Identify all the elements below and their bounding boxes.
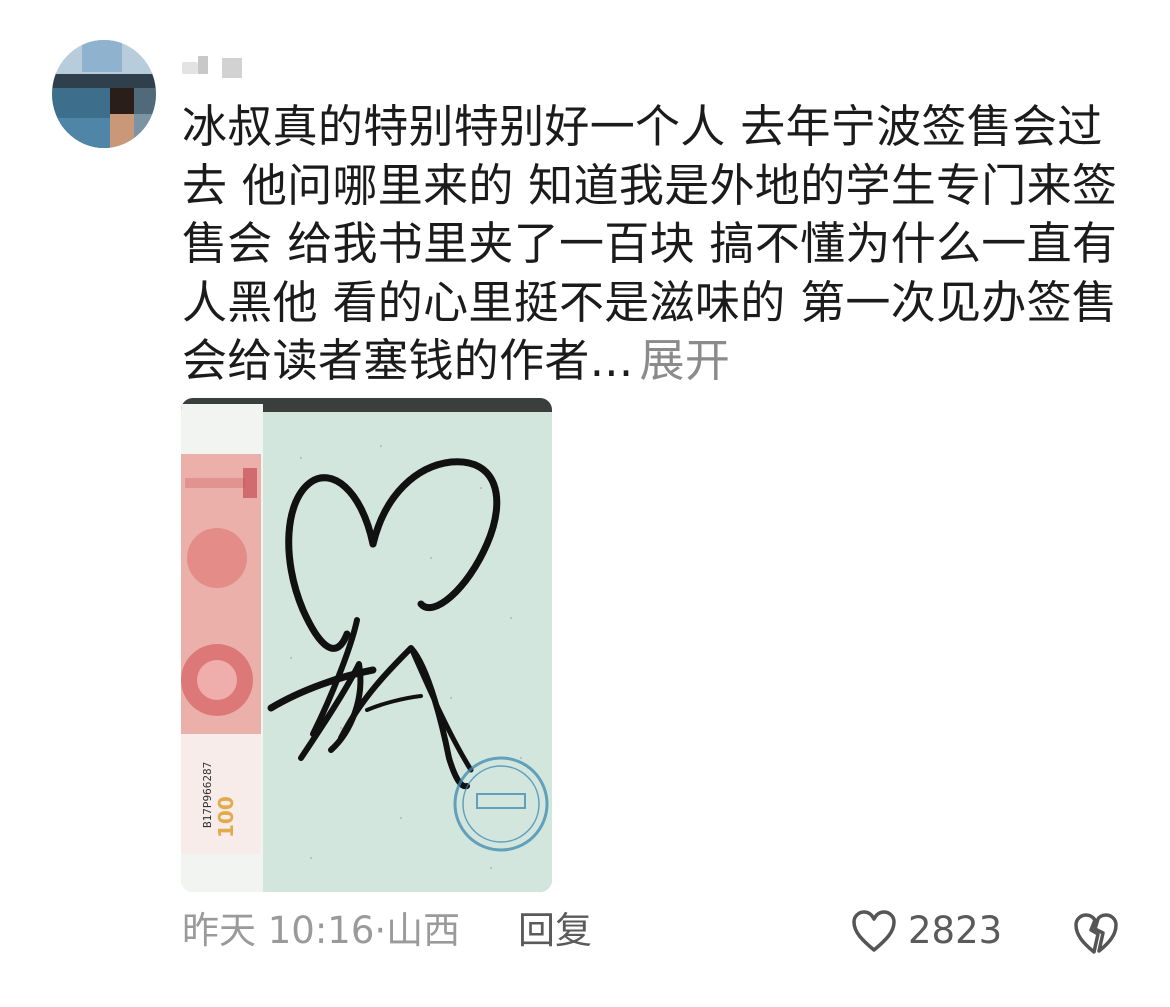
like-button[interactable]: 2823: [850, 906, 1002, 956]
comment-location: 山西: [386, 909, 461, 952]
broken-heart-icon: [1074, 913, 1118, 954]
heart-outline-icon: [852, 910, 896, 952]
expand-link[interactable]: 展开: [640, 334, 731, 387]
comment-time: 昨天 10:16: [182, 909, 375, 952]
avatar[interactable]: [52, 40, 156, 148]
banknote-image: B17P966287 100: [181, 454, 261, 854]
comment-meta: 昨天 10:16·山西: [182, 906, 460, 956]
like-count: 2823: [908, 909, 1003, 952]
dislike-button[interactable]: [1072, 910, 1120, 956]
svg-text:B17P966287: B17P966287: [201, 762, 214, 828]
comment-photo[interactable]: B17P966287 100: [181, 398, 552, 892]
comment-text-container: 冰叔真的特别特别好一个人 去年宁波签售会过去 他问哪里来的 知道我是外地的学生专…: [182, 98, 1122, 391]
username[interactable]: [182, 56, 252, 78]
reply-button[interactable]: 回复: [518, 906, 592, 956]
meta-separator: ·: [374, 909, 387, 952]
svg-text:100: 100: [214, 796, 238, 838]
